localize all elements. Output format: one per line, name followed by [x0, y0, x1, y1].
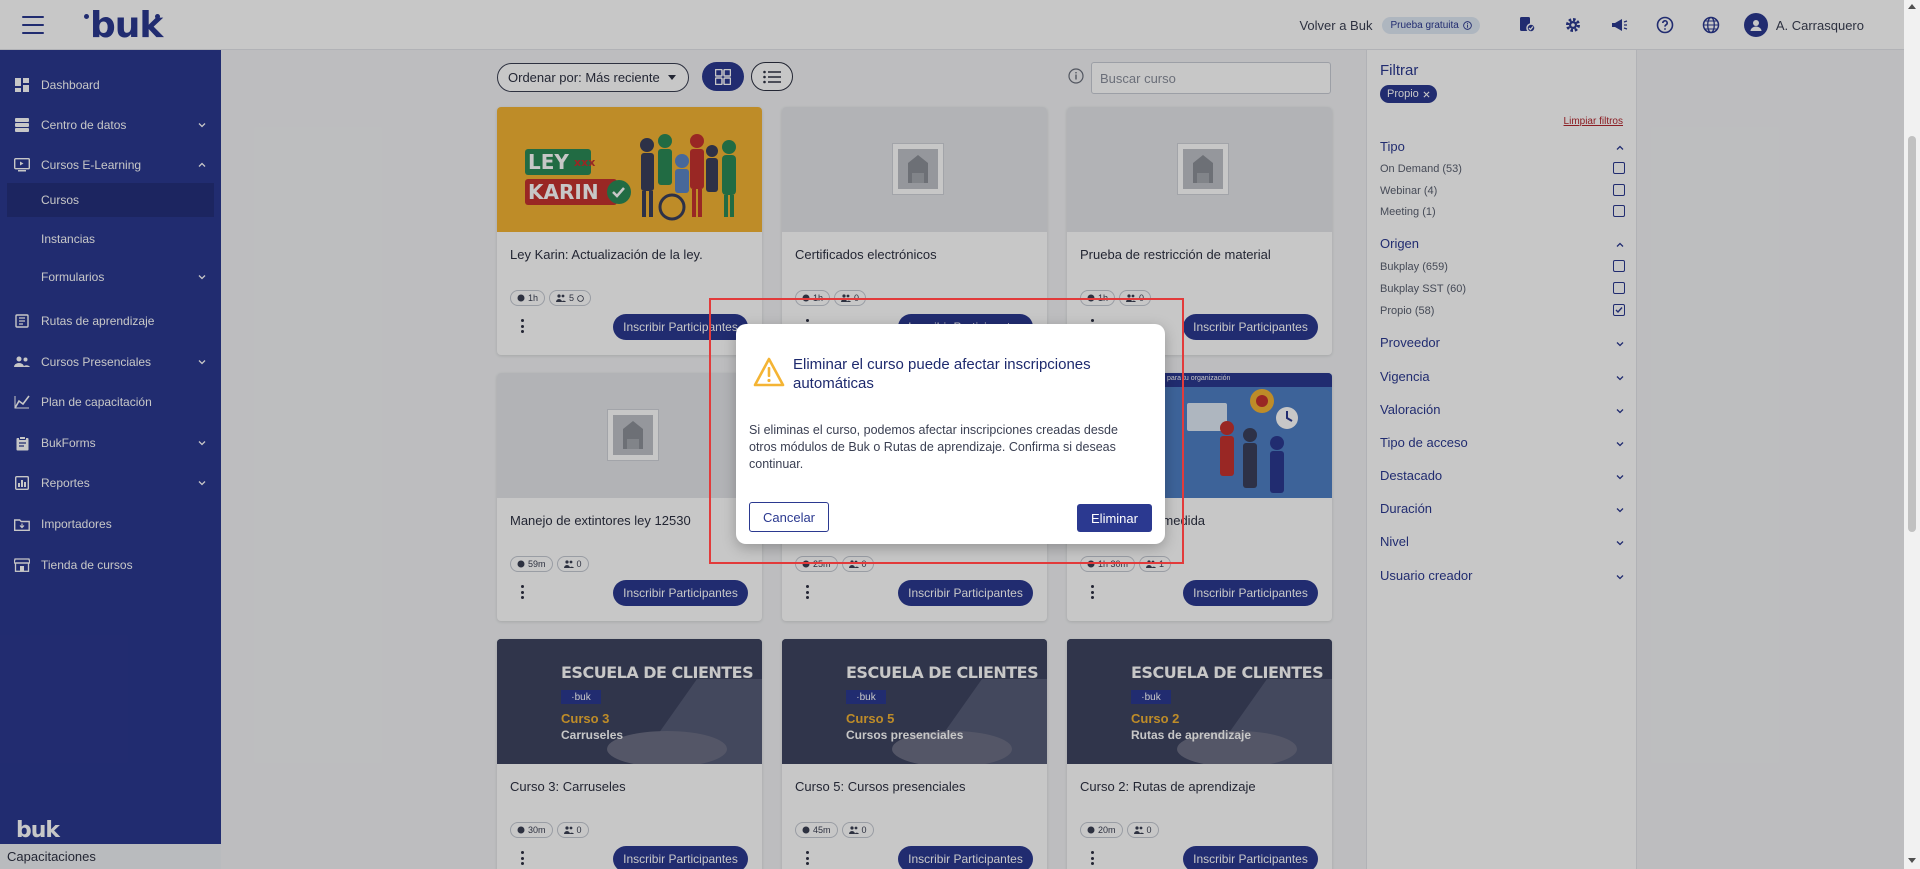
dialog-title: Eliminar el curso puede afectar inscripc… [793, 356, 1091, 392]
scroll-down-arrow-icon[interactable] [1908, 858, 1916, 863]
page-scrollbar[interactable] [1904, 0, 1920, 869]
delete-course-dialog: Eliminar el curso puede afectar inscripc… [736, 324, 1165, 544]
cancel-button[interactable]: Cancelar [749, 502, 829, 532]
scroll-up-arrow-icon[interactable] [1908, 4, 1916, 9]
delete-button[interactable]: Eliminar [1077, 504, 1152, 532]
dialog-message: Si eliminas el curso, podemos afectar in… [749, 423, 1118, 471]
warning-icon [753, 357, 785, 387]
scroll-thumb[interactable] [1908, 136, 1916, 532]
